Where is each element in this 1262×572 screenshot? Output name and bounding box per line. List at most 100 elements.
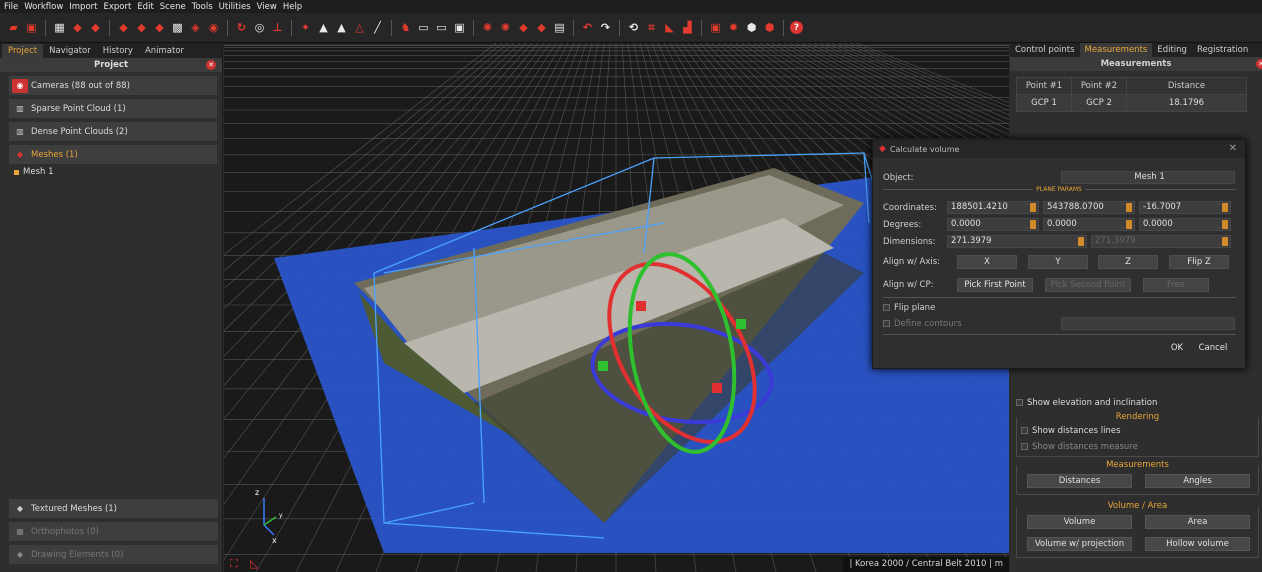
menu-item[interactable]: File: [4, 2, 18, 12]
filter-icon[interactable]: ◈: [188, 20, 203, 35]
camera-tool-icon[interactable]: ▩: [170, 20, 185, 35]
axis-y-button[interactable]: Y: [1028, 255, 1088, 269]
ok-button[interactable]: OK: [1168, 342, 1186, 356]
menu-item[interactable]: Export: [103, 2, 131, 12]
close-icon[interactable]: ✕: [1229, 143, 1237, 154]
flip-plane-row[interactable]: Flip plane: [883, 303, 935, 313]
col-header[interactable]: Distance: [1126, 77, 1247, 95]
define-contours-row[interactable]: Define contours: [883, 319, 962, 329]
tree-item-mesh1[interactable]: Mesh 1: [14, 167, 222, 177]
pick-first-point-button[interactable]: Pick First Point: [957, 278, 1033, 292]
volume-projection-button[interactable]: Volume w/ projection: [1027, 537, 1132, 551]
tree-item-dense[interactable]: ▥ Dense Point Clouds (2): [9, 122, 217, 141]
cube2-icon[interactable]: ◆: [534, 20, 549, 35]
mesh-icon[interactable]: ◆: [116, 20, 131, 35]
menu-item[interactable]: Utilities: [219, 2, 251, 12]
axis-z-button[interactable]: Z: [1098, 255, 1158, 269]
target-icon[interactable]: ◎: [252, 20, 267, 35]
walk-icon[interactable]: ♞: [398, 20, 413, 35]
rotate-icon[interactable]: ↻: [234, 20, 249, 35]
tab-navigator[interactable]: Navigator: [43, 44, 97, 58]
tab-editing[interactable]: Editing: [1152, 43, 1192, 57]
show-lines-row[interactable]: Show distances lines: [1021, 426, 1121, 436]
tree-item-orthophotos[interactable]: ▦ Orthophotos (0): [9, 522, 218, 541]
tree-item-textured[interactable]: ◆ Textured Meshes (1): [9, 499, 218, 518]
show-lines-checkbox[interactable]: [1021, 427, 1028, 434]
box-icon[interactable]: ⬢: [744, 20, 759, 35]
contours-field[interactable]: [1061, 317, 1235, 330]
cam1-icon[interactable]: ▭: [416, 20, 431, 35]
coord-x-input[interactable]: 188501.4210: [947, 201, 1039, 214]
object-field[interactable]: Mesh 1: [1061, 171, 1235, 184]
pick-second-point-button[interactable]: Pick Second Point: [1045, 278, 1131, 292]
table-row[interactable]: GCP 1 GCP 2 18.1796: [1016, 94, 1247, 112]
distances-button[interactable]: Distances: [1027, 474, 1132, 488]
redo-icon[interactable]: ↷: [598, 20, 613, 35]
texture-icon[interactable]: ◆: [134, 20, 149, 35]
wire-icon[interactable]: △: [352, 20, 367, 35]
coord-y-input[interactable]: 543788.0700: [1043, 201, 1135, 214]
area-button[interactable]: Area: [1145, 515, 1250, 529]
angles-button[interactable]: Angles: [1145, 474, 1250, 488]
tab-project[interactable]: Project: [2, 44, 44, 58]
solid-icon[interactable]: ▲: [334, 20, 349, 35]
flip-plane-checkbox[interactable]: [883, 304, 890, 311]
menu-item[interactable]: Help: [283, 2, 302, 12]
hollow-volume-button[interactable]: Hollow volume: [1145, 537, 1250, 551]
deg-x-input[interactable]: 0.0000: [947, 218, 1039, 231]
code-icon[interactable]: ▣: [708, 20, 723, 35]
tab-registration[interactable]: Registration: [1192, 43, 1253, 57]
help-icon[interactable]: ?: [790, 21, 803, 34]
menu-item[interactable]: Import: [69, 2, 97, 12]
light-icon[interactable]: ✦: [298, 20, 313, 35]
close-icon[interactable]: ✕: [206, 60, 216, 70]
tree-item-cameras[interactable]: ◉ Cameras (88 out of 88): [9, 76, 217, 95]
globe2-icon[interactable]: ✺: [498, 20, 513, 35]
globe1-icon[interactable]: ✺: [480, 20, 495, 35]
menu-item[interactable]: View: [257, 2, 277, 12]
brush-icon[interactable]: ╱: [370, 20, 385, 35]
tab-history[interactable]: History: [97, 44, 139, 58]
record-icon[interactable]: ◉: [206, 20, 221, 35]
menu-item[interactable]: Edit: [137, 2, 153, 12]
save-icon[interactable]: ▣: [24, 20, 39, 35]
undo-icon[interactable]: ↶: [580, 20, 595, 35]
col-header[interactable]: Point #1: [1016, 77, 1072, 95]
menu-item[interactable]: Workflow: [24, 2, 63, 12]
tab-control-points[interactable]: Control points: [1010, 43, 1080, 57]
flip-z-button[interactable]: Flip Z: [1169, 255, 1229, 269]
crop-icon[interactable]: ⌗: [644, 20, 659, 35]
workflow-icon[interactable]: ▦: [52, 20, 67, 35]
dim-1-input[interactable]: 271.3979: [947, 235, 1087, 248]
show-elevation-row[interactable]: Show elevation and inclination: [1016, 398, 1157, 408]
cam2-icon[interactable]: ▭: [434, 20, 449, 35]
tree-item-meshes[interactable]: ◆ Meshes (1): [9, 145, 217, 164]
define-contours-checkbox[interactable]: [883, 320, 890, 327]
dense-icon[interactable]: ◆: [88, 20, 103, 35]
shield-icon[interactable]: ⬢: [762, 20, 777, 35]
points-icon[interactable]: ▲: [316, 20, 331, 35]
show-measure-row[interactable]: Show distances measure: [1021, 442, 1138, 452]
new-project-icon[interactable]: ▰: [6, 20, 21, 35]
free-button[interactable]: Free: [1143, 278, 1209, 292]
settings-icon[interactable]: ✹: [726, 20, 741, 35]
cancel-button[interactable]: Cancel: [1195, 342, 1231, 356]
ruler-icon[interactable]: ◣: [662, 20, 677, 35]
tree-item-drawing[interactable]: ◆ Drawing Elements (0): [9, 545, 218, 564]
show-elevation-checkbox[interactable]: [1016, 399, 1023, 406]
menu-item[interactable]: Tools: [192, 2, 213, 12]
tree-item-sparse[interactable]: ▥ Sparse Point Cloud (1): [9, 99, 217, 118]
cam3-icon[interactable]: ▣: [452, 20, 467, 35]
copy-icon[interactable]: ▤: [552, 20, 567, 35]
chart-icon[interactable]: ▟: [680, 20, 695, 35]
close-icon[interactable]: ✕: [1256, 59, 1262, 69]
sparse-icon[interactable]: ◆: [70, 20, 85, 35]
ortho-icon[interactable]: ◆: [152, 20, 167, 35]
deg-z-input[interactable]: 0.0000: [1139, 218, 1231, 231]
tab-animator[interactable]: Animator: [139, 44, 190, 58]
col-header[interactable]: Point #2: [1071, 77, 1127, 95]
tab-measurements[interactable]: Measurements: [1079, 43, 1153, 57]
coord-z-input[interactable]: -16.7007: [1139, 201, 1231, 214]
menu-item[interactable]: Scene: [160, 2, 186, 12]
dim-2-input[interactable]: 271.3979: [1091, 235, 1231, 248]
